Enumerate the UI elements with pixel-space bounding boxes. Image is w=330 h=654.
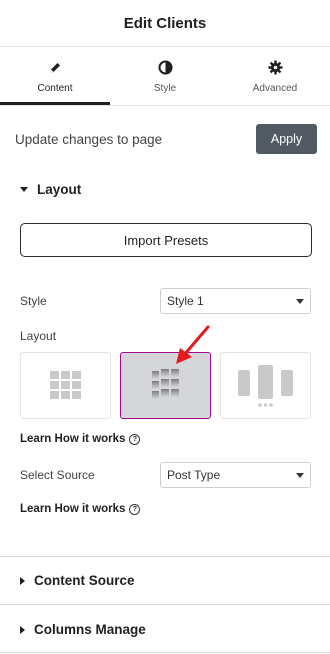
update-label: Update changes to page (15, 131, 163, 147)
help-icon: ? (129, 503, 141, 515)
learn-how-text-1: Learn How it works (20, 433, 126, 445)
section-columns-manage-header[interactable]: Columns Manage (20, 622, 146, 637)
source-select-value: Post Type (167, 468, 221, 482)
layout-label: Layout (20, 329, 57, 343)
grid-layout-icon (49, 370, 81, 399)
pencil-icon (48, 59, 62, 77)
learn-how-text-2: Learn How it works (20, 503, 126, 515)
update-row: Update changes to page Apply (0, 106, 330, 156)
tab-content-label: Content (37, 82, 73, 94)
help-icon: ? (129, 433, 141, 445)
layout-option-grid[interactable] (20, 352, 111, 419)
learn-how-link-1[interactable]: Learn How it works ? (20, 433, 141, 445)
import-presets-button[interactable]: Import Presets (20, 223, 312, 257)
caret-right-icon (20, 625, 25, 634)
source-select[interactable]: Post Type (160, 462, 311, 488)
layout-option-slider[interactable] (220, 352, 311, 419)
tab-advanced[interactable]: Advanced (220, 47, 330, 105)
tab-style[interactable]: Style (110, 47, 220, 105)
tab-style-label: Style (153, 82, 177, 94)
chevron-down-icon (296, 473, 304, 478)
chevron-down-icon (296, 299, 304, 304)
panel-header: Edit Clients (0, 0, 330, 47)
section-content-source-header[interactable]: Content Source (20, 573, 135, 588)
slider-layout-icon (237, 364, 293, 407)
panel-title: Edit Clients (123, 14, 207, 32)
style-label: Style (20, 294, 47, 308)
gear-icon (268, 59, 283, 77)
section-divider (0, 652, 330, 653)
tab-advanced-label: Advanced (252, 82, 298, 94)
caret-right-icon (20, 576, 25, 585)
section-content-source-title: Content Source (34, 573, 135, 588)
section-layout-header[interactable]: Layout (20, 182, 81, 197)
tab-bar: Content Style Advanced (0, 47, 330, 106)
carousel-layout-icon (151, 368, 179, 399)
section-layout-title: Layout (37, 182, 82, 197)
source-label: Select Source (20, 468, 95, 482)
section-columns-manage-title: Columns Manage (34, 622, 146, 637)
contrast-icon (158, 59, 173, 77)
section-divider (0, 604, 330, 605)
apply-button[interactable]: Apply (256, 124, 317, 154)
style-select-value: Style 1 (167, 294, 204, 308)
style-select[interactable]: Style 1 (160, 288, 311, 314)
section-divider (0, 556, 330, 557)
tab-content[interactable]: Content (0, 47, 110, 105)
learn-how-link-2[interactable]: Learn How it works ? (20, 503, 141, 515)
annotation-arrow-icon (176, 325, 210, 364)
caret-down-icon (20, 187, 28, 192)
